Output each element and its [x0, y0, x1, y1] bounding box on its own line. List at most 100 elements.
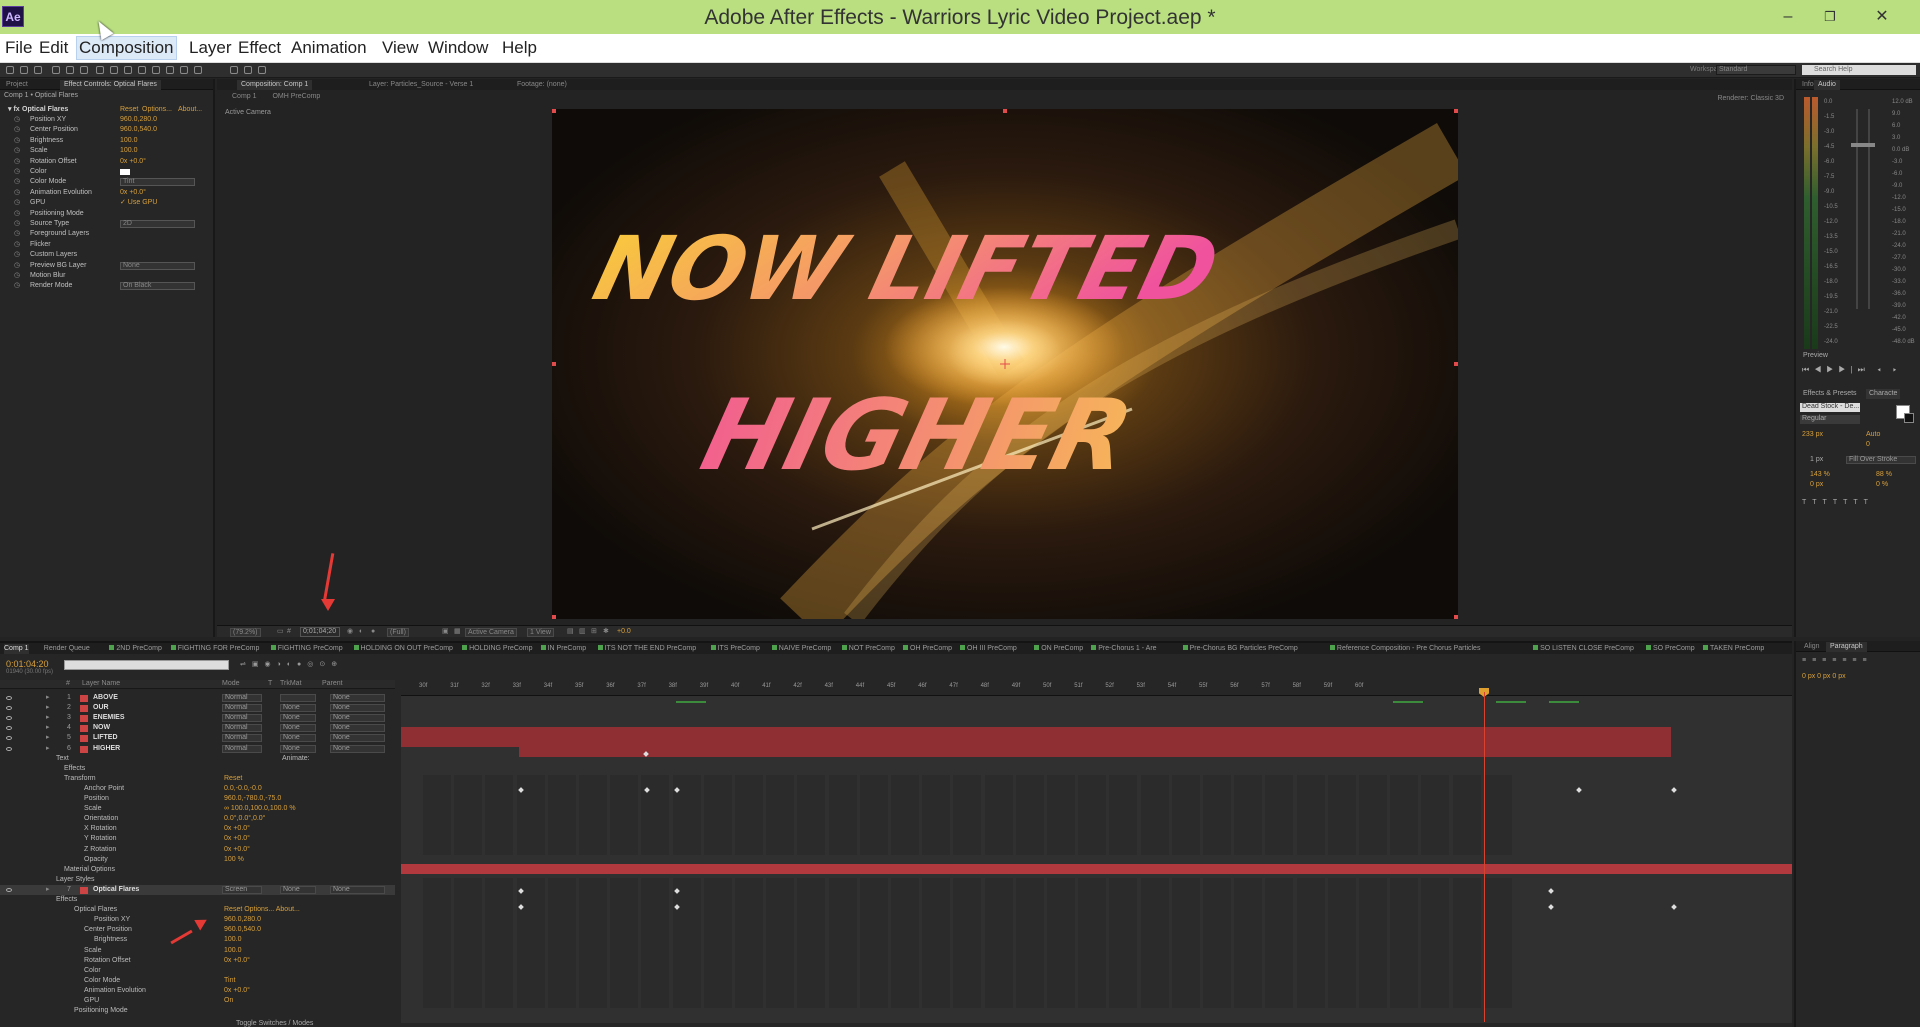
layer-property-row[interactable]: Positioning Mode — [0, 1006, 395, 1016]
property-value[interactable]: 0x +0.0° — [224, 845, 250, 855]
nav-omh-precomp[interactable]: OMH PreComp — [272, 93, 320, 100]
layer-bar-higher[interactable] — [519, 747, 1671, 757]
layer-property-row[interactable]: Layer Styles — [0, 875, 395, 885]
effect-property-value[interactable]: 100.0 — [120, 146, 138, 156]
timeline-tab[interactable]: Pre-Chorus BG Particles PreComp — [1182, 644, 1298, 654]
effect-property-row[interactable]: ◷ Center Position 960.0,540.0 — [0, 125, 210, 135]
timeline-timecode[interactable]: 0:01:04:20 — [6, 659, 49, 669]
timeline-tab[interactable]: OH III PreComp — [960, 644, 1017, 654]
expand-arrow-icon[interactable]: ▸ — [46, 703, 50, 713]
timeline-tab[interactable]: NOT PreComp — [841, 644, 895, 654]
keyframe-icon[interactable] — [1671, 787, 1677, 793]
audio-slider-thumb[interactable] — [1851, 143, 1863, 147]
label-color-icon[interactable] — [80, 745, 88, 753]
time-ruler[interactable]: 30f 31f 32f 33f 34f 35f 36f 37f 38f 39f 40f 41f 42f 4… — [401, 680, 1792, 696]
effect-options-link[interactable]: Options... — [142, 105, 172, 115]
stopwatch-icon[interactable]: ◷ — [14, 261, 20, 271]
layer-bar-now[interactable] — [401, 727, 1671, 737]
layer-property-row[interactable]: Position 960.0,-780.0,-75.0 — [0, 794, 395, 804]
timeline-switch-icons[interactable]: ⇌▣◉◑◐●◎⊙⊕ — [240, 660, 343, 668]
minimize-button[interactable]: – — [1768, 3, 1808, 31]
property-value[interactable]: 100 % — [224, 855, 244, 865]
layer-property-row[interactable]: X Rotation 0x +0.0° — [0, 824, 395, 834]
property-value[interactable]: 0.0,-0.0,-0.0 — [224, 784, 262, 794]
property-value[interactable]: 0x +0.0° — [224, 956, 250, 966]
pan-behind-tool-icon[interactable] — [80, 66, 88, 74]
effect-property-row[interactable]: ◷ Foreground Layers — [0, 229, 210, 239]
keyframe-icon[interactable] — [1548, 888, 1554, 894]
show-snapshot-icon[interactable]: ◐ — [359, 628, 363, 637]
parent-select[interactable]: None — [330, 734, 385, 743]
keyframe-icon[interactable] — [1671, 904, 1677, 910]
menu-window[interactable]: Window — [426, 36, 490, 60]
layer-row[interactable]: ▸ 3 ENEMIES Normal None None — [0, 713, 395, 723]
blend-mode-select[interactable]: Normal — [222, 734, 262, 743]
tab-composition[interactable]: Composition: Comp 1 — [237, 80, 313, 90]
rectangle-tool-icon[interactable] — [96, 66, 104, 74]
effect-property-value[interactable]: 0x +0.0° — [120, 157, 146, 167]
world-axis-icon[interactable] — [244, 66, 252, 74]
effect-property-value[interactable]: 0x +0.0° — [120, 188, 146, 198]
effect-reset-link[interactable]: Reset — [120, 105, 138, 115]
layer-row[interactable]: ▸ 7 Optical Flares Screen None None — [0, 884, 395, 895]
selection-tool-icon[interactable] — [6, 66, 14, 74]
property-value[interactable]: 100.0 — [224, 946, 242, 956]
stopwatch-icon[interactable]: ◷ — [14, 115, 20, 125]
clone-stamp-tool-icon[interactable] — [152, 66, 160, 74]
effect-property-select[interactable]: None — [120, 261, 195, 270]
timeline-tab[interactable]: IN PreComp — [540, 644, 586, 654]
parent-select[interactable]: None — [330, 694, 385, 702]
effect-property-select[interactable]: 2D — [120, 220, 195, 228]
layer-property-row[interactable]: Anchor Point 0.0,-0.0,-0.0 — [0, 784, 395, 794]
font-family-select[interactable]: Dead Stock - De... — [1800, 403, 1860, 412]
expand-arrow-icon[interactable]: ▸ — [46, 733, 50, 743]
expand-arrow-icon[interactable]: ▸ — [46, 693, 50, 703]
frame-handle[interactable] — [1454, 362, 1458, 366]
preview-controls[interactable]: ⏮◀▶▶|⏭ ◂ ▸ — [1802, 365, 1902, 375]
audio-slider-thumb[interactable] — [1863, 143, 1875, 147]
tab-character[interactable]: Characte — [1866, 389, 1901, 399]
stopwatch-icon[interactable]: ◷ — [14, 209, 20, 219]
label-color-icon[interactable] — [80, 705, 88, 713]
menu-help[interactable]: Help — [500, 36, 539, 60]
timeline-tab[interactable]: TAKEN PreComp — [1703, 644, 1764, 654]
effect-header-row[interactable]: ▾ fx Optical Flares Reset Options... Abo… — [0, 105, 210, 115]
paragraph-align-icons[interactable]: ≡≡≡≡≡≡≡ — [1802, 657, 1873, 664]
effect-property-row[interactable]: ◷ Position XY 960.0,280.0 — [0, 115, 210, 125]
layer-row[interactable]: ▸ 6 HIGHER Normal None None — [0, 744, 395, 754]
tab-paragraph[interactable]: Paragraph — [1826, 642, 1867, 652]
eye-icon[interactable] — [6, 746, 12, 751]
layer-property-row[interactable]: Rotation Offset 0x +0.0° — [0, 956, 395, 966]
timeline-tab[interactable]: ITS PreComp — [710, 644, 760, 654]
property-value[interactable]: 0x +0.0° — [224, 824, 250, 834]
pen-tool-icon[interactable] — [110, 66, 118, 74]
frame-handle[interactable] — [1454, 615, 1458, 619]
tab-align[interactable]: Align — [1800, 642, 1824, 652]
property-value[interactable]: 100.0 — [224, 935, 242, 945]
menu-file[interactable]: File — [3, 36, 34, 60]
search-help-input[interactable]: Search Help — [1802, 65, 1916, 75]
faux-styles-icons[interactable]: TTTTTTT — [1802, 499, 1874, 506]
toggle-pixel-icon[interactable]: ▤ — [567, 628, 574, 637]
keyframe-icon[interactable] — [1576, 787, 1582, 793]
exposure-icon[interactable]: ✱ — [603, 628, 609, 637]
blend-mode-select[interactable]: Normal — [222, 744, 262, 753]
zoom-tool-icon[interactable] — [34, 66, 42, 74]
brush-tool-icon[interactable] — [138, 66, 146, 74]
transparency-grid-icon[interactable]: ▦ — [454, 628, 461, 637]
effect-property-row[interactable]: ◷ Source Type 2D — [0, 219, 210, 229]
property-value[interactable]: Reset Options... About... — [224, 905, 300, 915]
workspace-select[interactable]: Standard — [1716, 65, 1796, 75]
label-color-icon[interactable] — [80, 725, 88, 733]
effect-property-row[interactable]: ◷ Color Mode Tint — [0, 177, 210, 187]
resolution-select[interactable]: (Full) — [387, 628, 409, 637]
layer-bar-optical-flares[interactable] — [401, 864, 1792, 874]
property-value[interactable]: 960.0,280.0 — [224, 915, 261, 925]
stroke-width-value[interactable]: 1 px — [1810, 456, 1823, 463]
menu-effect[interactable]: Effect — [236, 36, 283, 60]
menu-layer[interactable]: Layer — [187, 36, 234, 60]
safe-zones-icon[interactable]: ▭ — [277, 628, 284, 637]
timeline-tab[interactable]: FIGHTING PreComp — [270, 644, 343, 654]
layer-name[interactable]: NOW — [93, 723, 110, 733]
layer-property-row[interactable]: GPU On — [0, 996, 395, 1006]
